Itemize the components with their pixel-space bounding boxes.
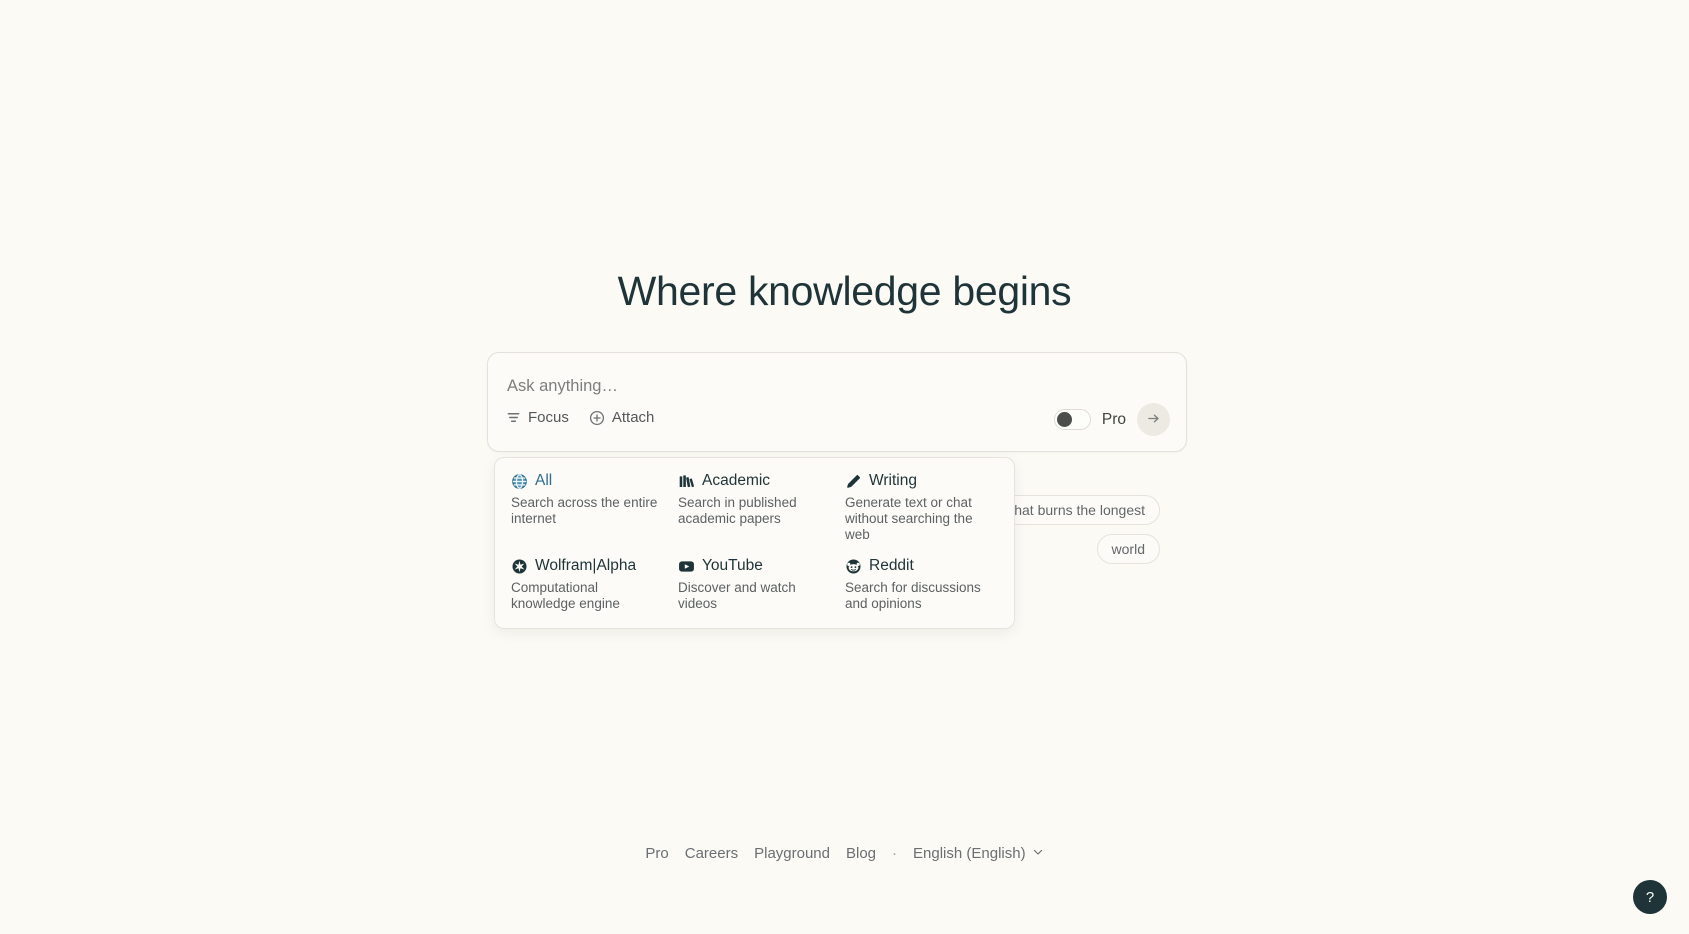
search-toolbar: Focus Attach Pro (488, 401, 1186, 441)
focus-icon (506, 410, 521, 425)
focus-option-name: Reddit (869, 557, 914, 574)
footer-link-careers[interactable]: Careers (685, 845, 738, 862)
library-icon (678, 473, 695, 490)
footer-link-pro[interactable]: Pro (645, 845, 668, 862)
focus-option-name: YouTube (702, 557, 763, 574)
pencil-icon (845, 473, 862, 490)
focus-option-description: Computational knowledge engine (511, 580, 620, 611)
footer-link-playground[interactable]: Playground (754, 845, 830, 862)
focus-button[interactable]: Focus (504, 405, 571, 430)
perplexity-home-page: Where knowledge begins that burns the lo… (0, 0, 1689, 934)
search-left-tools: Focus Attach (504, 405, 656, 430)
focus-option-all[interactable]: All Search across the entire internet (511, 472, 664, 543)
pro-label: Pro (1101, 410, 1126, 428)
search-input-placeholder[interactable]: Ask anything… (507, 377, 618, 396)
youtube-icon (678, 558, 695, 575)
suggestion-chip[interactable]: world (1096, 534, 1160, 564)
search-box[interactable]: Ask anything… Focus Attach Pro (487, 352, 1187, 452)
focus-option-description: Discover and watch videos (678, 580, 796, 611)
focus-option-header: Reddit (845, 557, 998, 575)
wolfram-icon (511, 558, 528, 575)
focus-option-writing[interactable]: Writing Generate text or chat without se… (845, 472, 998, 543)
focus-option-youtube[interactable]: YouTube Discover and watch videos (678, 557, 831, 612)
footer-link-blog[interactable]: Blog (846, 845, 876, 862)
focus-option-name: Wolfram|Alpha (535, 557, 637, 574)
focus-option-header: Academic (678, 472, 831, 490)
focus-option-header: Wolfram|Alpha (511, 557, 664, 575)
focus-option-name: Academic (702, 472, 771, 489)
footer-separator: · (892, 845, 898, 862)
focus-option-header: Writing (845, 472, 998, 490)
focus-option-description: Search for discussions and opinions (845, 580, 981, 611)
globe-icon (511, 473, 528, 490)
attach-button[interactable]: Attach (587, 405, 657, 430)
focus-option-reddit[interactable]: Reddit Search for discussions and opinio… (845, 557, 998, 612)
focus-option-description: Generate text or chat without searching … (845, 495, 973, 542)
focus-option-academic[interactable]: Academic Search in published academic pa… (678, 472, 831, 543)
focus-dropdown-menu: All Search across the entire internet Ac… (494, 457, 1015, 629)
focus-button-label: Focus (528, 409, 569, 426)
arrow-right-icon (1146, 411, 1161, 429)
reddit-icon (845, 558, 862, 575)
chevron-down-icon (1032, 845, 1044, 862)
attach-button-label: Attach (611, 409, 655, 426)
focus-option-name: All (535, 472, 553, 489)
search-right-tools: Pro (1053, 403, 1170, 436)
focus-option-name: Writing (869, 472, 917, 489)
help-button[interactable]: ? (1633, 880, 1667, 914)
pro-toggle-knob (1056, 412, 1072, 427)
pro-toggle[interactable] (1053, 409, 1091, 430)
suggestion-chip[interactable]: that burns the longest (995, 495, 1160, 525)
page-title: Where knowledge begins (617, 268, 1072, 314)
footer: Pro Careers Playground Blog · English (E… (0, 845, 1689, 862)
focus-option-header: YouTube (678, 557, 831, 575)
plus-circle-icon (589, 410, 605, 426)
language-label: English (English) (913, 845, 1026, 862)
focus-option-description: Search across the entire internet (511, 495, 658, 526)
language-selector[interactable]: English (English) (913, 845, 1044, 862)
focus-option-description: Search in published academic papers (678, 495, 797, 526)
submit-button[interactable] (1137, 403, 1170, 436)
focus-option-wolfram-alpha[interactable]: Wolfram|Alpha Computational knowledge en… (511, 557, 664, 612)
focus-option-header: All (511, 472, 664, 490)
